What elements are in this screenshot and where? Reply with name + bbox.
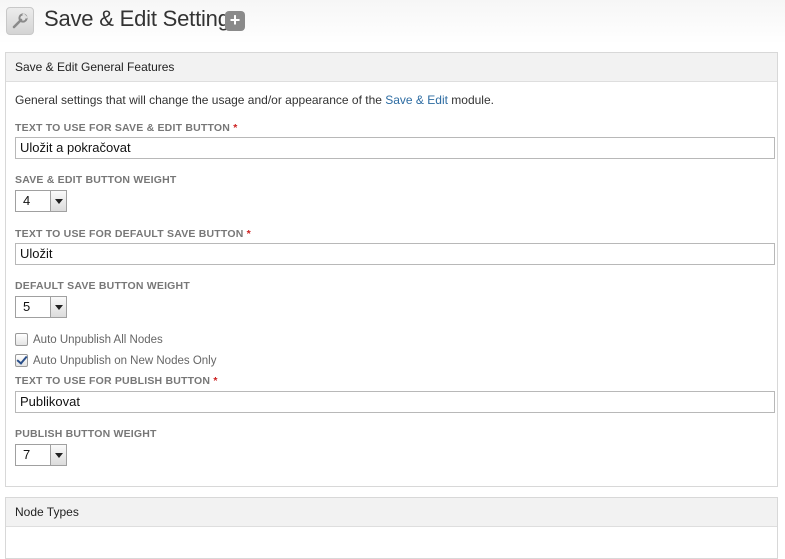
- auto-unpublish-new-label[interactable]: Auto Unpublish on New Nodes Only: [33, 355, 216, 367]
- default-save-text-label-text: Text to use for default save button: [15, 228, 244, 240]
- publish-weight-select[interactable]: 7: [15, 444, 67, 466]
- default-save-weight-label: Default save button weight: [15, 280, 190, 292]
- description-text-after: module.: [447, 93, 494, 107]
- publish-text-label-text: Text to use for publish button: [15, 375, 211, 387]
- page-title: Save & Edit Settings: [44, 6, 241, 31]
- auto-unpublish-new-checkbox[interactable]: [15, 354, 28, 367]
- chevron-down-icon: [50, 445, 66, 465]
- required-marker: *: [246, 228, 251, 240]
- auto-unpublish-all-checkbox[interactable]: [15, 333, 28, 346]
- save-edit-text-input[interactable]: Uložit a pokračovat: [15, 137, 775, 159]
- save-edit-weight-value: 4: [23, 193, 31, 208]
- auto-unpublish-new-row[interactable]: Auto Unpublish on New Nodes Only: [15, 354, 216, 367]
- general-features-fieldset: Save & Edit General Features General set…: [5, 52, 778, 487]
- required-marker: *: [233, 122, 238, 134]
- default-save-text-label: Text to use for default save button *: [15, 228, 251, 240]
- description-text-before: General settings that will change the us…: [15, 93, 386, 107]
- node-types-fieldset: Node Types: [5, 497, 778, 559]
- node-types-legend[interactable]: Node Types: [6, 498, 777, 527]
- add-shortcut-button[interactable]: +: [225, 11, 245, 31]
- page-header: Save & Edit Settings +: [0, 0, 785, 44]
- default-save-text-input[interactable]: Uložit: [15, 243, 775, 265]
- default-save-weight-select[interactable]: 5: [15, 296, 67, 318]
- chevron-down-icon: [50, 191, 66, 211]
- chevron-down-icon: [50, 297, 66, 317]
- publish-text-label: Text to use for publish button *: [15, 375, 218, 387]
- auto-unpublish-all-row[interactable]: Auto Unpublish All Nodes: [15, 333, 163, 346]
- publish-weight-label: Publish button weight: [15, 428, 157, 440]
- publish-weight-value: 7: [23, 447, 31, 462]
- save-edit-weight-select[interactable]: 4: [15, 190, 67, 212]
- save-edit-weight-label: Save & Edit button weight: [15, 174, 177, 186]
- auto-unpublish-all-label[interactable]: Auto Unpublish All Nodes: [33, 334, 163, 346]
- required-marker: *: [213, 375, 218, 387]
- general-features-legend[interactable]: Save & Edit General Features: [6, 53, 777, 82]
- publish-text-input[interactable]: Publikovat: [15, 391, 775, 413]
- general-description: General settings that will change the us…: [15, 93, 494, 107]
- save-edit-module-link[interactable]: Save & Edit: [385, 93, 448, 107]
- wrench-icon: [6, 7, 34, 35]
- default-save-weight-value: 5: [23, 299, 31, 314]
- save-edit-text-label: Text to use for Save & Edit button *: [15, 122, 238, 134]
- save-edit-text-label-text: Text to use for Save & Edit button: [15, 122, 231, 134]
